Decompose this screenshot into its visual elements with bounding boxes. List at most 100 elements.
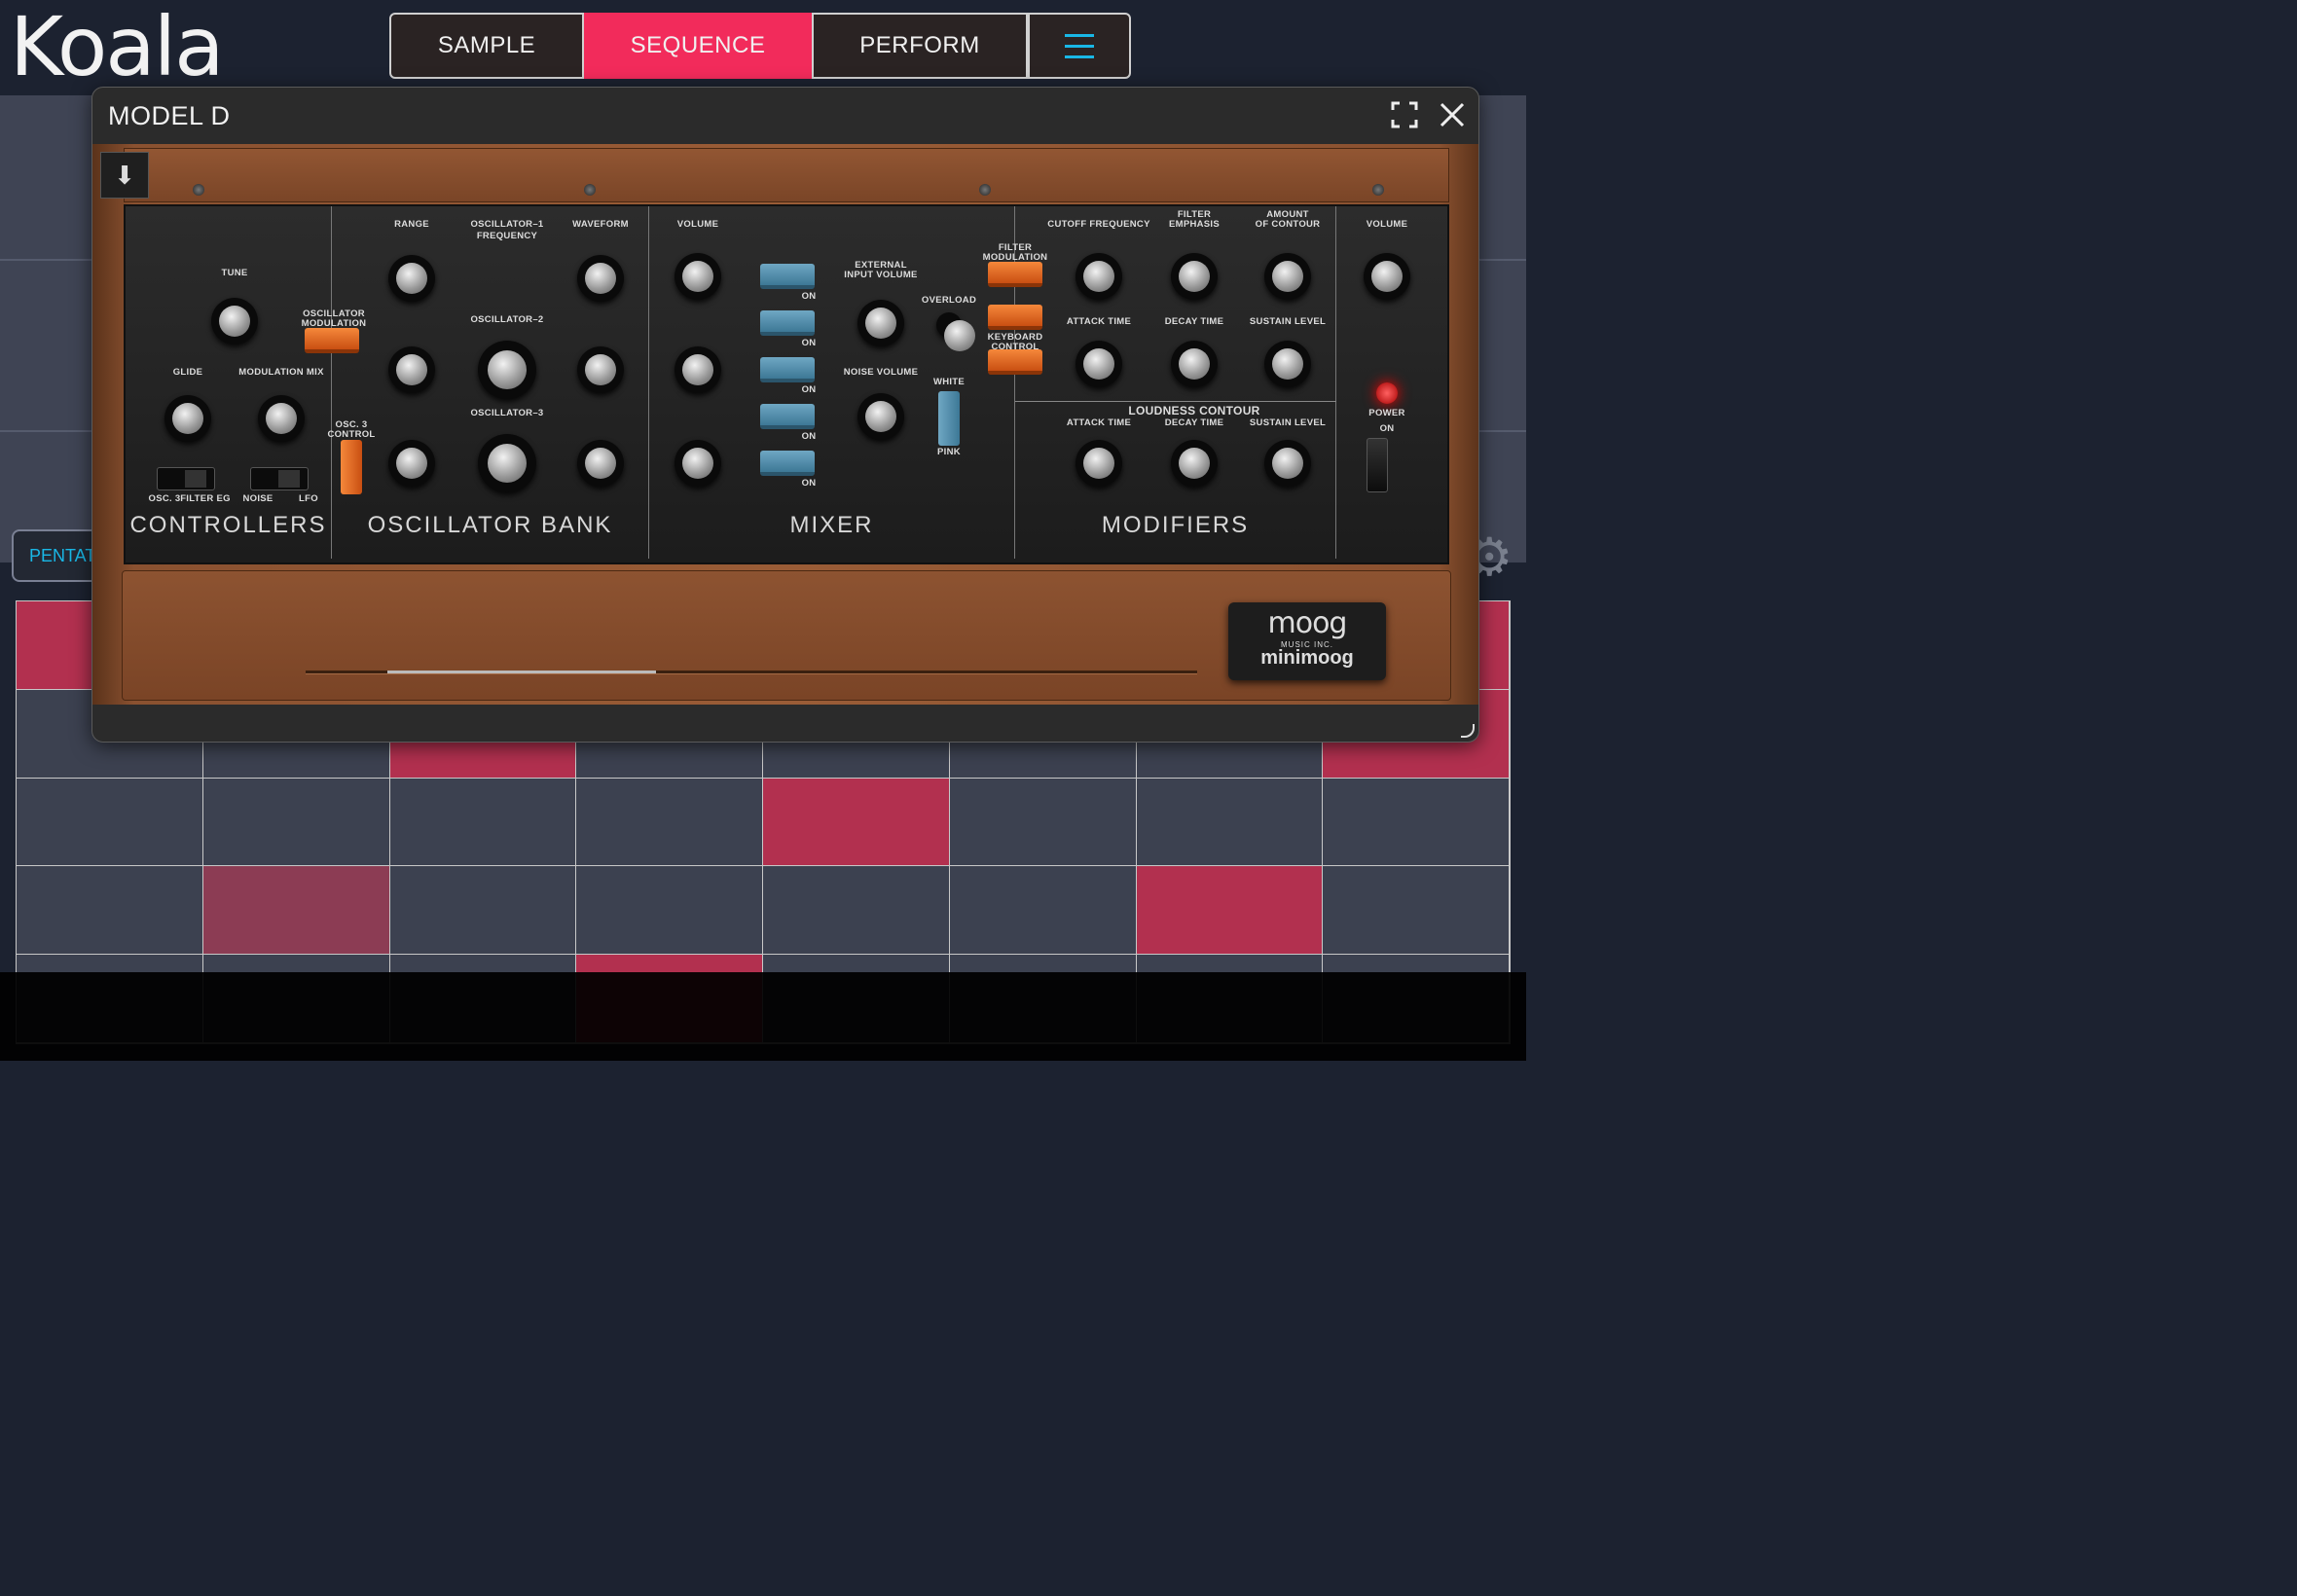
grid-cell[interactable] (17, 955, 203, 1043)
lfo-label: LFO (299, 493, 318, 504)
loudness-attack-knob[interactable] (1076, 440, 1122, 487)
synth-panel: TUNE OSCILLATOR MODULATION GLIDE MODULATI… (124, 204, 1449, 564)
synth-body: ⬇ TUNE OSCILLATOR MODULATION GLIDE MODULA… (92, 144, 1478, 705)
grid-cell[interactable] (1136, 955, 1324, 1043)
osc3-control-switch[interactable] (341, 440, 362, 494)
on-label: ON (801, 478, 817, 489)
cutoff-knob[interactable] (1076, 253, 1122, 300)
cutoff-label: CUTOFF FREQUENCY (1047, 219, 1150, 230)
scroll-track[interactable] (306, 671, 1197, 674)
mod-mix-knob[interactable] (258, 395, 305, 442)
grid-cell[interactable] (389, 955, 577, 1043)
osc2-frequency-knob[interactable] (478, 341, 536, 399)
osc2-volume-knob[interactable] (675, 346, 721, 393)
filter-attack-knob[interactable] (1076, 341, 1122, 387)
grid-cell[interactable] (389, 866, 577, 956)
menu-icon (1065, 33, 1094, 58)
grid-cell[interactable] (763, 955, 950, 1043)
ext-input-volume-knob[interactable] (857, 300, 904, 346)
grid-cell[interactable] (576, 866, 763, 956)
overload-light (936, 312, 975, 351)
noise-on-switch[interactable] (760, 404, 815, 429)
keyboard-control-1-switch[interactable] (988, 305, 1042, 330)
grid-cell[interactable] (949, 955, 1137, 1043)
oscillator-bank-section: RANGE OSCILLATOR–1 FREQUENCY WAVEFORM OS… (327, 206, 649, 559)
osc1-on-switch[interactable] (760, 264, 815, 289)
glide-knob[interactable] (164, 395, 211, 442)
loudness-decay-knob[interactable] (1171, 440, 1218, 487)
osc3-waveform-knob[interactable] (577, 440, 624, 487)
filter-mod-label: FILTER MODULATION (982, 242, 1048, 264)
fullscreen-icon[interactable] (1391, 101, 1418, 128)
grid-cell[interactable] (1323, 955, 1510, 1043)
loudness-sustain-label: SUSTAIN LEVEL (1249, 417, 1327, 428)
loudness-contour-label: LOUDNESS CONTOUR (1128, 404, 1260, 417)
filter-mod-switch[interactable] (988, 262, 1042, 287)
osc3-filter-switch[interactable] (157, 467, 215, 490)
loudness-decay-label: DECAY TIME (1164, 417, 1224, 428)
osc1-volume-knob[interactable] (675, 253, 721, 300)
tab-sample[interactable]: SAMPLE (389, 13, 584, 79)
grid-cell[interactable] (763, 778, 950, 867)
koala-app: { "app": {"logo": "Koala"}, "tabs": [ {"… (0, 0, 1526, 1061)
grid-cell[interactable] (949, 866, 1137, 956)
power-on-label: ON (1379, 423, 1395, 434)
noise-volume-knob[interactable] (857, 393, 904, 440)
filter-decay-knob[interactable] (1171, 341, 1218, 387)
grid-cell[interactable] (17, 866, 203, 956)
grid-cell[interactable] (1323, 778, 1510, 867)
filter-sustain-knob[interactable] (1264, 341, 1311, 387)
grid-cell[interactable] (389, 778, 577, 867)
osc2-on-switch[interactable] (760, 357, 815, 382)
grid-cell[interactable] (202, 955, 390, 1043)
osc3-range-knob[interactable] (388, 440, 435, 487)
osc3-volume-knob[interactable] (675, 440, 721, 487)
pink-label: PINK (937, 447, 961, 457)
amount-knob[interactable] (1264, 253, 1311, 300)
emphasis-label: FILTER EMPHASIS (1168, 209, 1221, 231)
keyboard-control-2-switch[interactable] (988, 349, 1042, 375)
tab-perform[interactable]: PERFORM (812, 13, 1028, 79)
resize-handle[interactable] (1461, 724, 1475, 738)
scroll-thumb[interactable] (387, 671, 656, 673)
tab-sequence[interactable]: SEQUENCE (584, 13, 812, 79)
keyboard-cover: moog MUSIC INC. minimoog (122, 570, 1451, 701)
osc1-waveform-knob[interactable] (577, 255, 624, 302)
minimoog-label: minimoog (1260, 647, 1354, 669)
noise-color-switch[interactable] (938, 391, 960, 446)
ext-input-on-switch[interactable] (760, 310, 815, 336)
frequency-label: FREQUENCY (476, 231, 538, 241)
grid-cell[interactable] (202, 866, 390, 956)
tune-knob[interactable] (211, 298, 258, 345)
controllers-section: TUNE OSCILLATOR MODULATION GLIDE MODULATI… (126, 206, 366, 559)
grid-cell[interactable] (1136, 866, 1324, 956)
loudness-sustain-knob[interactable] (1264, 440, 1311, 487)
osc1-range-knob[interactable] (388, 255, 435, 302)
noise-lfo-switch[interactable] (250, 467, 309, 490)
osc3-on-switch[interactable] (760, 451, 815, 476)
close-icon[interactable] (1439, 101, 1466, 128)
osc3-frequency-knob[interactable] (478, 434, 536, 492)
osc2-label: OSCILLATOR–2 (470, 314, 544, 325)
emphasis-knob[interactable] (1171, 253, 1218, 300)
osc2-range-knob[interactable] (388, 346, 435, 393)
grid-cell[interactable] (949, 778, 1137, 867)
grid-cell[interactable] (763, 866, 950, 956)
grid-cell[interactable] (1323, 866, 1510, 956)
grid-cell[interactable] (1136, 778, 1324, 867)
grid-cell[interactable] (576, 778, 763, 867)
on-label: ON (801, 384, 817, 395)
menu-button[interactable] (1028, 13, 1131, 79)
power-switch[interactable] (1367, 438, 1388, 492)
master-volume-knob[interactable] (1364, 253, 1410, 300)
osc3-label: OSC. 3 (148, 493, 181, 504)
osc3-control-label: OSC. 3 CONTROL (327, 419, 376, 441)
grid-cell[interactable] (202, 778, 390, 867)
grid-cell[interactable] (576, 955, 763, 1043)
app-logo: Koala (10, 0, 225, 94)
osc2-waveform-knob[interactable] (577, 346, 624, 393)
power-led (1376, 382, 1398, 404)
download-icon[interactable]: ⬇ (100, 152, 149, 199)
power-label: POWER (1368, 408, 1405, 418)
grid-cell[interactable] (17, 778, 203, 867)
